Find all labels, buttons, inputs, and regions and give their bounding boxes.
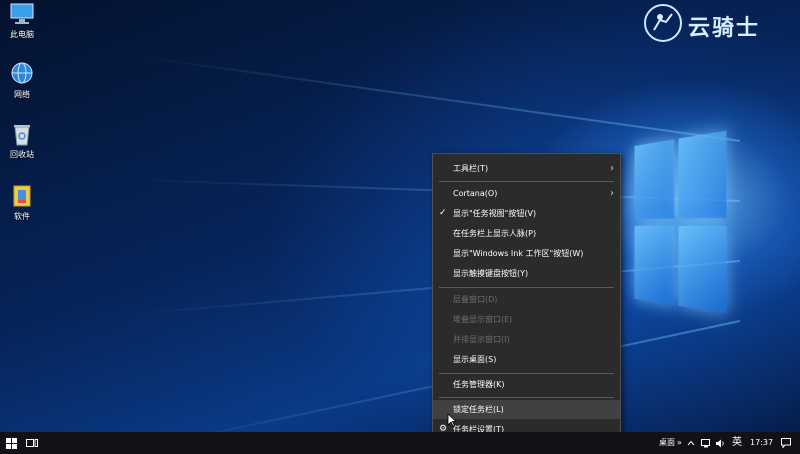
show-hidden-icons-button[interactable] (686, 432, 696, 454)
menu-separator (439, 287, 614, 288)
windows-logo-wallpaper (634, 130, 730, 320)
desktop-toolbar-label[interactable]: 桌面 (659, 432, 675, 454)
taskbar-context-menu: 工具栏(T) › Cortana(O) › ✓ 显示"任务视图"按钮(V) 在任… (432, 153, 621, 441)
menu-item-show-desktop[interactable]: 显示桌面(S) (433, 350, 620, 369)
network-icon (11, 62, 33, 84)
menu-item-toolbars[interactable]: 工具栏(T) › (433, 159, 620, 178)
desktop[interactable]: 此电脑 网络 回收站 软件 云骑士 工具栏(T) › Cortana(O) › … (0, 0, 800, 454)
menu-item-show-touch-keyboard[interactable]: 显示触摸键盘按钮(Y) (433, 264, 620, 283)
computer-icon (10, 3, 34, 24)
menu-item-lock-taskbar[interactable]: 锁定任务栏(L) (433, 400, 620, 419)
volume-icon (716, 439, 724, 447)
menu-item-show-people[interactable]: 在任务栏上显示人脉(P) (433, 224, 620, 243)
toolbar-overflow-icon[interactable]: » (677, 432, 682, 454)
menu-item-stack-windows: 堆叠显示窗口(E) (453, 315, 513, 324)
desktop-icon-label: 软件 (14, 212, 30, 221)
menu-item-cortana[interactable]: Cortana(O) › (433, 184, 620, 203)
start-button[interactable] (2, 432, 20, 454)
desktop-icon-software[interactable]: 软件 (2, 184, 42, 222)
menu-item-side-by-side-windows: 并排显示窗口(I) (453, 335, 510, 344)
chevron-right-icon: › (610, 163, 614, 174)
folder-icon (13, 185, 31, 207)
menu-item-cascade-windows: 层叠窗口(D) (453, 295, 498, 304)
knight-icon (653, 13, 673, 31)
menu-item-show-task-view[interactable]: ✓ 显示"任务视图"按钮(V) (433, 204, 620, 223)
menu-separator (439, 397, 614, 398)
menu-separator (439, 373, 614, 374)
task-view-button[interactable] (24, 432, 40, 454)
windows-start-icon (5, 437, 17, 449)
network-tray-icon (701, 438, 710, 447)
notification-icon (781, 438, 791, 448)
desktop-icon-label: 网络 (14, 90, 30, 99)
network-tray-button[interactable] (700, 432, 712, 454)
checkmark-icon: ✓ (439, 208, 447, 218)
desktop-icon-recycle-bin[interactable]: 回收站 (2, 122, 42, 160)
desktop-icon-network[interactable]: 网络 (2, 62, 42, 100)
task-view-icon (26, 439, 38, 447)
desktop-icon-label: 此电脑 (10, 30, 34, 39)
yunqishi-watermark: 云骑士 (644, 4, 794, 44)
clock[interactable]: 17:37 (750, 432, 773, 454)
menu-item-show-windows-ink[interactable]: 显示"Windows Ink 工作区"按钮(W) (433, 244, 620, 263)
menu-item-task-manager[interactable]: 任务管理器(K) (433, 375, 620, 394)
taskbar[interactable]: 桌面 » 英 17:37 (0, 432, 800, 454)
recycle-bin-icon (14, 125, 30, 146)
desktop-icon-this-pc[interactable]: 此电脑 (2, 2, 42, 40)
ime-indicator[interactable]: 英 (732, 432, 742, 454)
menu-separator (439, 181, 614, 182)
mouse-cursor-icon (447, 413, 457, 427)
action-center-button[interactable] (778, 432, 794, 454)
desktop-icon-label: 回收站 (10, 150, 34, 159)
chevron-up-icon (687, 440, 695, 446)
wallpaper-beam (125, 53, 741, 142)
watermark-text: 云骑士 (688, 15, 761, 41)
watermark-logo-icon (644, 4, 682, 42)
volume-tray-button[interactable] (714, 432, 726, 454)
chevron-right-icon: › (610, 188, 614, 199)
